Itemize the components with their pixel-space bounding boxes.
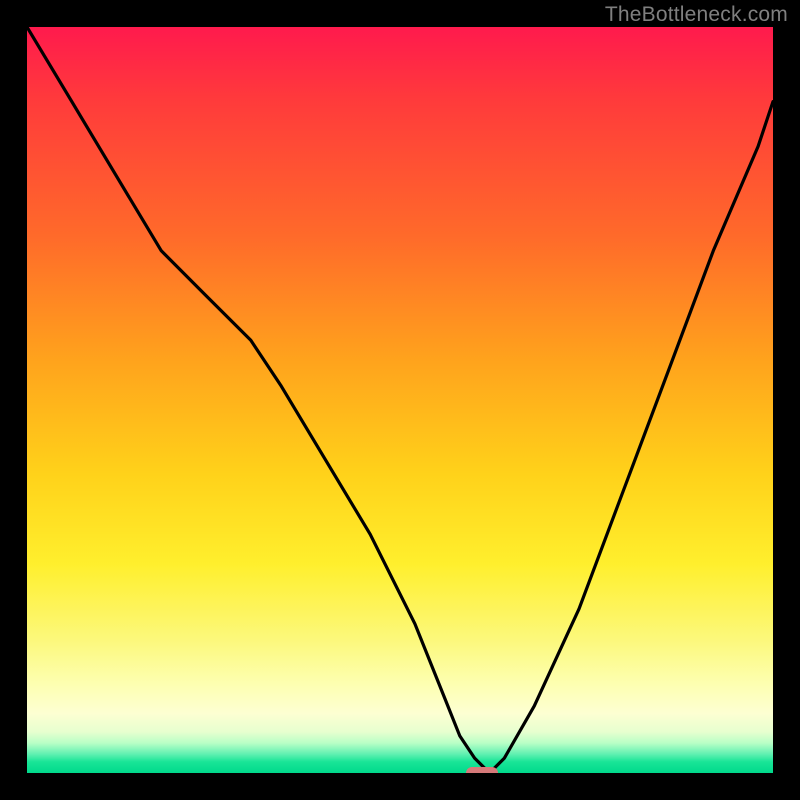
curve-path [27, 27, 773, 773]
watermark-text: TheBottleneck.com [605, 3, 788, 27]
bottleneck-curve [27, 27, 773, 773]
chart-frame: TheBottleneck.com [0, 0, 800, 800]
plot-area [27, 27, 773, 773]
curve-minimum-marker [466, 767, 498, 773]
